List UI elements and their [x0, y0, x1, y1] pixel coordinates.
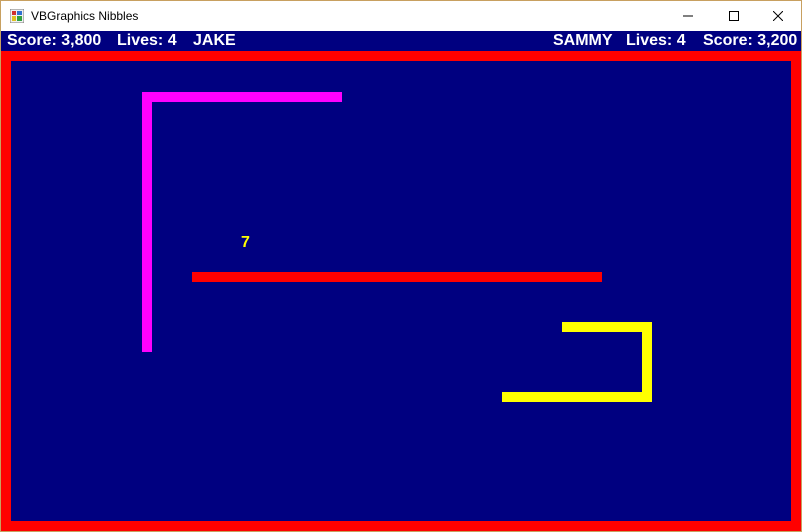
player2-score: Score: 3,200 [703, 32, 798, 49]
maximize-button[interactable] [711, 1, 757, 31]
close-button[interactable] [755, 1, 801, 31]
sammy-snake-bottom-segment [502, 392, 652, 402]
score-bar: Score: 3,800 Lives: 4 JAKE SAMMY Lives: … [1, 31, 801, 51]
window-title: VBGraphics Nibbles [31, 9, 139, 23]
arena-wall-bottom [1, 521, 801, 531]
player1-lives: Lives: 4 [117, 32, 177, 49]
jake-snake-top-segment [142, 92, 342, 102]
title-bar[interactable]: VBGraphics Nibbles [1, 1, 801, 31]
arena-wall-top [1, 51, 801, 61]
arena-wall-left [1, 51, 11, 531]
sammy-snake-vertical-segment [642, 322, 652, 402]
close-icon [773, 11, 783, 21]
sammy-snake-top-segment [562, 322, 652, 332]
player2-lives: Lives: 4 [626, 32, 686, 49]
player2-name: SAMMY [553, 32, 613, 49]
application-icon[interactable] [9, 8, 25, 24]
player1-name: JAKE [193, 32, 236, 49]
maximize-icon [729, 11, 739, 21]
jake-snake-vertical-segment [142, 92, 152, 352]
game-window: VBGraphics Nibbles Score: 3,800 Lives: 4… [0, 0, 802, 532]
minimize-icon [683, 15, 693, 17]
arena-wall-right [791, 51, 801, 531]
target-number: 7 [241, 234, 250, 251]
center-wall-obstacle [192, 272, 602, 282]
player1-score: Score: 3,800 [7, 32, 102, 49]
game-arena: 7 [1, 51, 801, 531]
minimize-button[interactable] [665, 1, 711, 31]
